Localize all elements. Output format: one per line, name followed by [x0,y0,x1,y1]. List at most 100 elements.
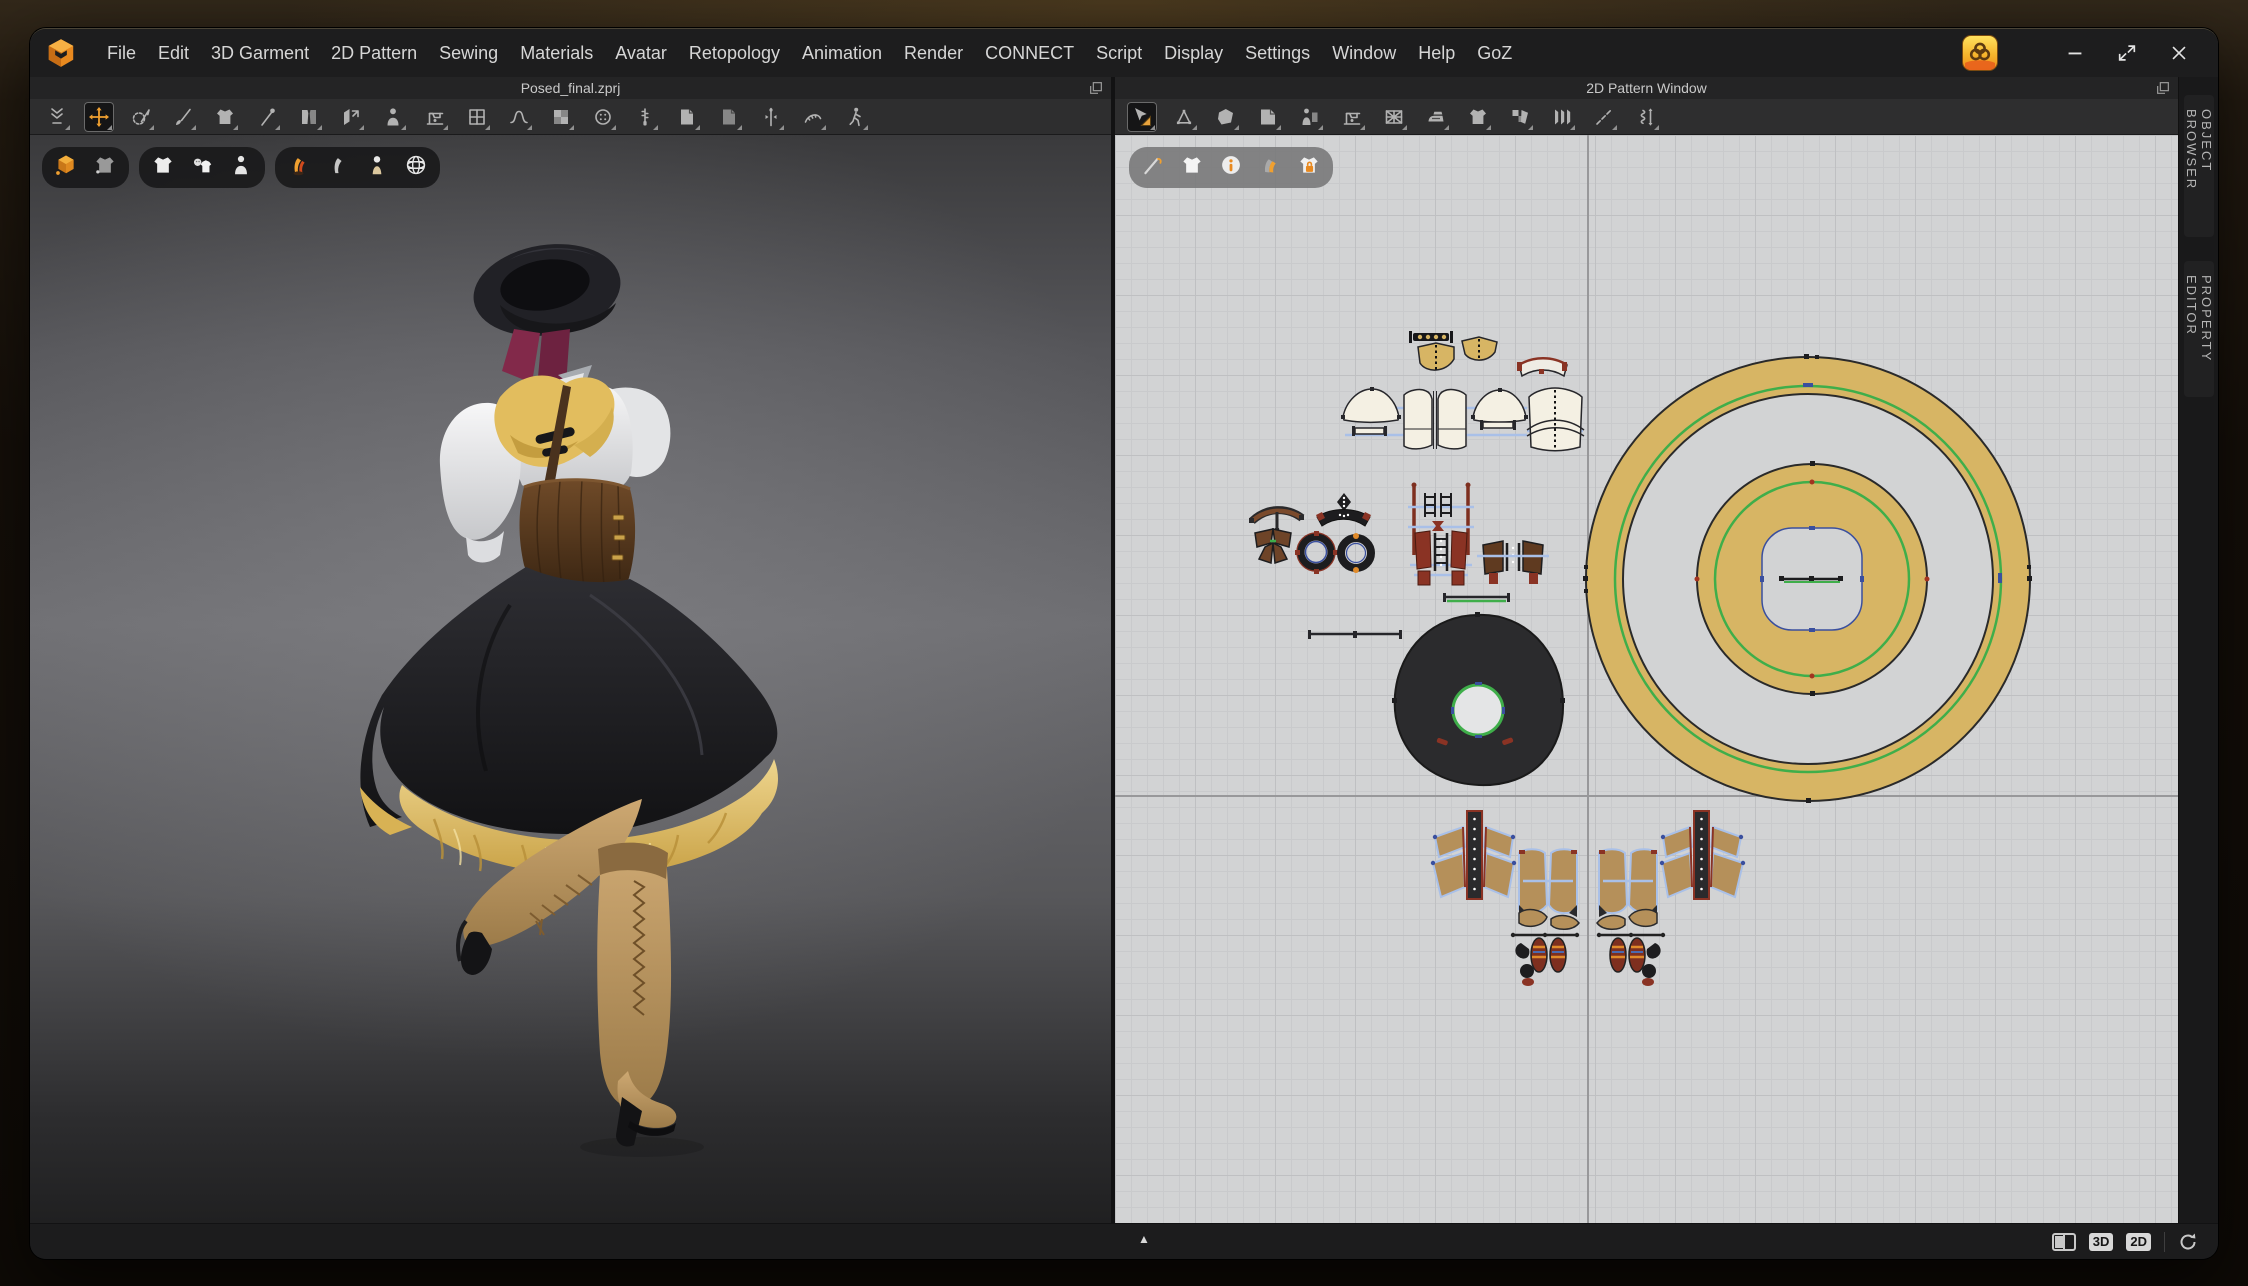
menu-item-sewing[interactable]: Sewing [428,37,509,70]
gradation-dark-button[interactable] [672,102,702,132]
menu-item-display[interactable]: Display [1153,37,1234,70]
menu-item-help[interactable]: Help [1407,37,1466,70]
bottom-bar-divider [2164,1232,2165,1252]
texture-editor-button[interactable] [1505,102,1535,132]
tab-property-editor[interactable]: PROPERTY EDITOR [2184,261,2214,397]
flatten-button[interactable] [336,102,366,132]
menu-item-materials[interactable]: Materials [509,37,604,70]
walk-pose-button[interactable] [840,102,870,132]
sew-machine-icon [423,105,447,129]
sew-machine-button[interactable] [420,102,450,132]
toolbar-3d [30,99,1111,135]
boot-standing[interactable] [580,843,704,1157]
view-mode-buttons: 3D 2D [2052,1224,2198,1259]
show-garment-icon [1466,105,1490,129]
menu-item-script[interactable]: Script [1085,37,1153,70]
grid-window-button[interactable] [462,102,492,132]
panel-splitter[interactable] [1111,77,1115,1223]
menu-item-settings[interactable]: Settings [1234,37,1321,70]
needle-thread-toggle[interactable] [1140,152,1166,183]
view-3d-button[interactable]: 3D [2089,1233,2114,1251]
menu-item-animation[interactable]: Animation [791,37,893,70]
menu-item-goz[interactable]: GoZ [1466,37,1523,70]
menu-item-3d-garment[interactable]: 3D Garment [200,37,320,70]
pattern-info-icon [1218,152,1244,178]
pattern-lock-icon [1296,152,1322,178]
tab-2d-pattern-window[interactable]: 2D Pattern Window [1115,77,2178,100]
texture-checker-button[interactable] [546,102,576,132]
select-brush-button[interactable] [168,102,198,132]
pin-vertical-button[interactable] [756,102,786,132]
float-window-icon[interactable] [1088,80,1104,96]
button-tool-button[interactable] [588,102,618,132]
shirring-icon [1634,105,1658,129]
curve-tool-button[interactable] [504,102,534,132]
iron-press-icon [1424,105,1448,129]
show-garment-button[interactable] [1463,102,1493,132]
bottom-bar: ▲ 3D 2D [30,1223,2218,1259]
simulate-icon [45,105,69,129]
float-window-icon[interactable] [2155,80,2171,96]
tack-button[interactable] [252,102,282,132]
iron-press-button[interactable] [1421,102,1451,132]
timeline-expand-button[interactable]: ▲ [1138,1232,1150,1246]
pleats-button[interactable] [1547,102,1577,132]
menu-item-connect[interactable]: CONNECT [974,37,1085,70]
arrange-avatar-button[interactable] [378,102,408,132]
simulate-button[interactable] [42,102,72,132]
minimize-button[interactable] [2062,40,2088,66]
tab-object-browser[interactable]: OBJECT BROWSER [2184,95,2214,237]
fold-arrangement-button[interactable] [294,102,324,132]
create-rectangle-button[interactable] [1253,102,1283,132]
reset-view-button[interactable] [2178,1232,2198,1252]
menu-item-2d-pattern[interactable]: 2D Pattern [320,37,428,70]
segment-sewing-button[interactable] [1337,102,1367,132]
goz-app-badge[interactable] [1962,35,1998,71]
viewport-3d[interactable] [30,135,1111,1223]
menu-item-render[interactable]: Render [893,37,974,70]
pattern-info-toggle[interactable] [1218,152,1244,183]
fabric-texture-toggle[interactable] [1257,152,1283,183]
pattern-lock-toggle[interactable] [1296,152,1322,183]
transform-pattern-button[interactable] [1127,102,1157,132]
menu-item-edit[interactable]: Edit [147,37,200,70]
tab-3d-window[interactable]: Posed_final.zprj [30,77,1111,100]
select-brush-icon [171,105,195,129]
menu-item-file[interactable]: File [96,37,147,70]
edit-pattern-button[interactable] [1169,102,1199,132]
pin-garment-button[interactable] [210,102,240,132]
button-tool-icon [591,105,615,129]
garment-hat[interactable] [467,234,627,346]
shirring-button[interactable] [1631,102,1661,132]
close-button[interactable] [2166,40,2192,66]
app-logo-icon[interactable] [44,36,78,70]
view-2d-button[interactable]: 2D [2126,1233,2151,1251]
edit-pattern-icon [1172,105,1196,129]
quilting-grid-button[interactable] [1379,102,1409,132]
menu-item-retopology[interactable]: Retopology [678,37,791,70]
pattern-accessories-group[interactable] [1249,493,1371,574]
viewport-2d-pattern[interactable] [1115,135,2178,1223]
skirt-black[interactable] [360,567,777,834]
select-lasso-button[interactable] [126,102,156,132]
select-move-button[interactable] [84,102,114,132]
menu-item-window[interactable]: Window [1321,37,1407,70]
arrange-avatar-icon [381,105,405,129]
pattern-boots-group[interactable] [1431,811,1579,986]
pattern-hat-brim[interactable] [1392,612,1565,785]
display-toggles-2d [1129,147,1333,188]
basting-button[interactable] [1589,102,1619,132]
gradation-light-button[interactable] [714,102,744,132]
garment-toggle-toggle[interactable] [1179,152,1205,183]
tape-measure-button[interactable] [798,102,828,132]
pattern-corset-group[interactable] [1408,483,1549,586]
create-polygon-button[interactable] [1211,102,1241,132]
menu-item-avatar[interactable]: Avatar [604,37,678,70]
fabric-texture-icon [1257,152,1283,178]
split-view-button[interactable] [2052,1233,2076,1251]
trace-pattern-button[interactable] [1295,102,1325,132]
pattern-skirt-rings[interactable] [1583,354,2032,803]
maximize-button[interactable] [2114,40,2140,66]
pattern-blouse-group[interactable] [1341,331,1584,451]
zipper-tool-button[interactable] [630,102,660,132]
